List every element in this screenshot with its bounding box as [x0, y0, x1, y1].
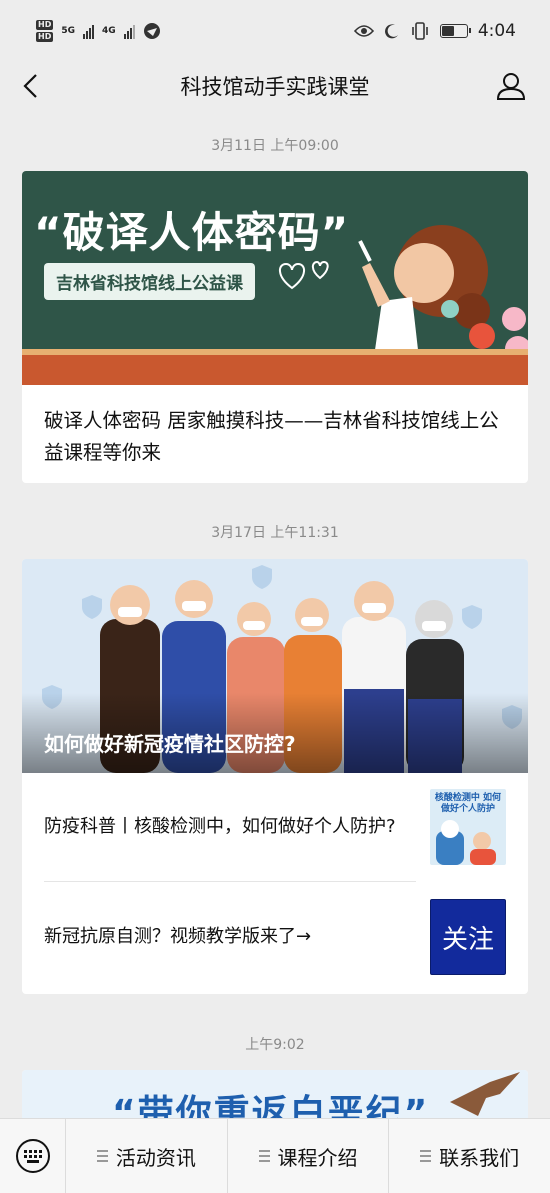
keyboard-icon: [15, 1139, 50, 1173]
article-group-card: 如何做好新冠疫情社区防控? 防疫科普丨核酸检测中，如何做好个人防护? 核酸检测中…: [22, 559, 528, 994]
signal-icon: [83, 23, 94, 39]
pterosaur-icon: [450, 1072, 520, 1116]
nav-bar: 科技馆动手实践课堂: [0, 62, 550, 110]
bottom-menu-bar: 活动资讯 课程介绍 联系我们: [0, 1118, 550, 1193]
list-item[interactable]: 新冠抗原自测？视频教学版来了→ 关注: [22, 882, 528, 992]
status-bar: HD HD 5G 4G 4:04: [0, 0, 550, 62]
menu-label: 联系我们: [439, 1145, 520, 1170]
banner-tag: 吉林省科技馆线上公益课: [44, 263, 255, 300]
banner-title: “破译人体密码”: [34, 208, 350, 257]
menu-label: 课程介绍: [277, 1145, 358, 1170]
timestamp: 3月17日 上午11:31: [211, 525, 339, 541]
follow-thumbnail: 关注: [430, 899, 506, 975]
list-item-title: 防疫科普丨核酸检测中，如何做好个人防护?: [44, 816, 396, 837]
menu-courses[interactable]: 课程介绍: [226, 1118, 389, 1193]
menu-list-icon: [420, 1150, 432, 1162]
back-arrow-icon[interactable]: [18, 72, 46, 100]
heart-doodle-icon: [279, 260, 329, 290]
clock: 4:04: [477, 21, 516, 41]
keyboard-toggle[interactable]: [0, 1118, 66, 1193]
hd-icon: HD HD: [36, 20, 54, 42]
network-label-2: 4G: [102, 26, 116, 36]
vibrate-icon: [412, 22, 428, 40]
battery-icon: [439, 24, 471, 38]
banner-title: 如何做好新冠疫情社区防控?: [44, 732, 296, 756]
article-thumbnail: 核酸检测中 如何做好个人防护: [430, 789, 506, 865]
network-label-1: 5G: [61, 26, 75, 36]
menu-list-icon: [96, 1150, 108, 1162]
menu-contact[interactable]: 联系我们: [388, 1118, 550, 1193]
article-banner: “破译人体密码” 吉林省科技馆线上公益课: [22, 171, 528, 385]
article-card[interactable]: “破译人体密码” 吉林省科技馆线上公益课 破译人体密码 居家触摸科技——吉林省科…: [22, 171, 528, 483]
menu-activities[interactable]: 活动资讯: [66, 1119, 227, 1193]
timestamp: 3月11日 上午09:00: [211, 138, 339, 154]
signal-icon-2: [123, 23, 135, 39]
page-title: 科技馆动手实践课堂: [180, 75, 370, 99]
moon-icon: [384, 24, 398, 39]
timestamp: 上午9:02: [245, 1037, 305, 1053]
eye-icon: [353, 25, 374, 37]
menu-list-icon: [258, 1150, 270, 1162]
profile-icon[interactable]: [496, 71, 526, 101]
app-notification-icon: [143, 23, 160, 39]
list-item-title: 新冠抗原自测？视频教学版来了→: [44, 926, 312, 947]
list-item[interactable]: 防疫科普丨核酸检测中，如何做好个人防护? 核酸检测中 如何做好个人防护: [22, 773, 528, 881]
article-headline[interactable]: 破译人体密码 居家触摸科技——吉林省科技馆线上公益课程等你来: [22, 385, 528, 483]
article-banner[interactable]: 如何做好新冠疫情社区防控?: [22, 559, 528, 773]
menu-label: 活动资讯: [115, 1145, 196, 1170]
